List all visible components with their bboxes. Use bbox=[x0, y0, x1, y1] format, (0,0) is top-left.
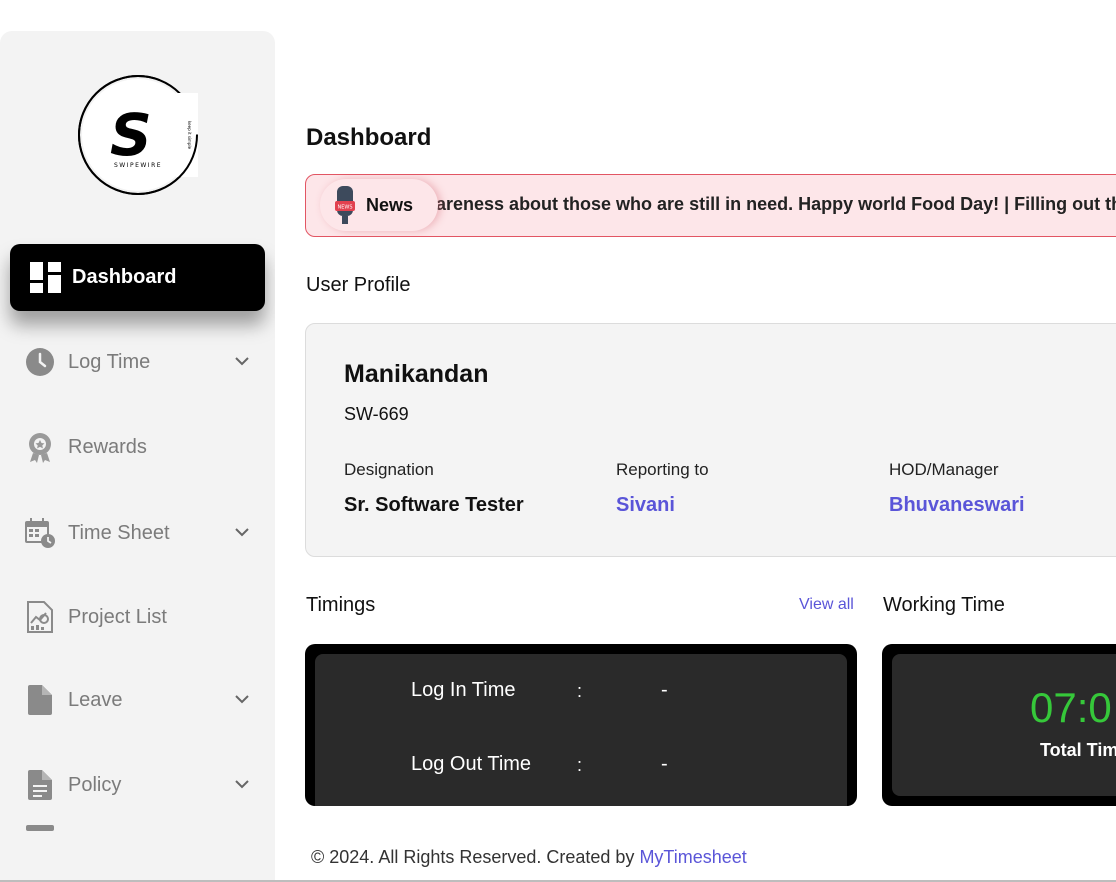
svg-text:SWIPEWIRE: SWIPEWIRE bbox=[114, 162, 162, 169]
clock-icon bbox=[24, 346, 56, 378]
sidebar-item-label: Policy bbox=[68, 773, 122, 796]
swipewire-logo[interactable]: S SWIPEWIRE keep it simple bbox=[76, 73, 200, 197]
page-title: Dashboard bbox=[306, 124, 432, 151]
microphone-news-icon: NEWS bbox=[335, 186, 355, 224]
news-badge: NEWS News bbox=[320, 179, 438, 231]
footer-text: © 2024. All Rights Reserved. Created by bbox=[311, 847, 640, 867]
working-time-heading: Working Time bbox=[883, 594, 1005, 616]
logout-time-value: - bbox=[661, 753, 668, 775]
news-label: News bbox=[366, 194, 414, 215]
svg-text:S: S bbox=[110, 101, 152, 169]
sidebar-item-label: Leave bbox=[68, 688, 123, 711]
hod-manager-link[interactable]: Bhuvaneswari bbox=[889, 494, 1025, 517]
view-all-link[interactable]: View all bbox=[799, 596, 854, 614]
employee-id: SW-669 bbox=[344, 404, 409, 424]
login-time-label: Log In Time bbox=[411, 679, 516, 701]
chevron-down-icon bbox=[235, 357, 249, 366]
logout-time-separator: : bbox=[577, 755, 583, 775]
sidebar-item-project-list[interactable]: Project List bbox=[10, 592, 265, 642]
user-profile-heading: User Profile bbox=[306, 274, 411, 296]
working-time-value: 07:0 bbox=[1030, 684, 1112, 731]
chevron-down-icon bbox=[235, 528, 249, 537]
award-icon bbox=[24, 431, 56, 463]
sidebar-item-policy[interactable]: Policy bbox=[10, 760, 265, 810]
chevron-down-icon bbox=[235, 695, 249, 704]
sidebar-item-rewards[interactable]: Rewards bbox=[10, 422, 265, 472]
chevron-down-icon bbox=[235, 780, 249, 789]
working-time-label: Total Tim bbox=[1040, 740, 1116, 760]
svg-text:NEWS: NEWS bbox=[337, 205, 352, 211]
employee-name: Manikandan bbox=[344, 360, 489, 388]
sidebar-item-dashboard[interactable]: Dashboard bbox=[10, 244, 265, 311]
designation-label: Designation bbox=[344, 460, 434, 479]
sidebar-item-time-sheet[interactable]: Time Sheet bbox=[10, 508, 265, 558]
policy-document-icon bbox=[24, 769, 56, 801]
reporting-to-label: Reporting to bbox=[616, 460, 709, 479]
logout-time-label: Log Out Time bbox=[411, 753, 532, 775]
sidebar-item-label: Log Time bbox=[68, 350, 151, 373]
svg-text:keep it simple: keep it simple bbox=[187, 121, 192, 150]
sidebar-item-label: Rewards bbox=[68, 435, 147, 458]
project-report-icon bbox=[24, 601, 56, 633]
footer-link[interactable]: MyTimesheet bbox=[639, 847, 746, 867]
working-time-panel: 07:0 Total Tim bbox=[892, 654, 1116, 796]
working-time-card: 07:0 Total Tim bbox=[882, 644, 1116, 806]
designation-value: Sr. Software Tester bbox=[344, 494, 524, 516]
login-time-separator: : bbox=[577, 681, 583, 701]
hod-manager-label: HOD/Manager bbox=[889, 460, 999, 479]
sidebar-item-partial-icon bbox=[26, 825, 54, 831]
calendar-clock-icon bbox=[24, 517, 56, 549]
timings-heading: Timings bbox=[306, 594, 376, 616]
news-banner: areness about those who are still in nee… bbox=[305, 174, 1116, 237]
sidebar-item-label: Time Sheet bbox=[68, 521, 170, 544]
sidebar-item-label: Project List bbox=[68, 605, 167, 628]
login-time-value: - bbox=[661, 679, 668, 701]
footer: © 2024. All Rights Reserved. Created by … bbox=[311, 847, 747, 868]
timings-card: Log In Time : - Log Out Time : - bbox=[305, 644, 857, 806]
sidebar-item-label: Dashboard bbox=[72, 266, 177, 288]
sidebar-item-log-time[interactable]: Log Time bbox=[10, 337, 265, 387]
timings-panel: Log In Time : - Log Out Time : - bbox=[315, 654, 847, 806]
reporting-to-link[interactable]: Sivani bbox=[616, 494, 675, 517]
user-profile-card: Manikandan SW-669 Designation Sr. Softwa… bbox=[305, 323, 1116, 557]
news-ticker-text[interactable]: areness about those who are still in nee… bbox=[436, 194, 1116, 215]
sidebar-item-leave[interactable]: Leave bbox=[10, 675, 265, 725]
dashboard-icon bbox=[30, 262, 61, 293]
document-icon bbox=[24, 684, 56, 716]
